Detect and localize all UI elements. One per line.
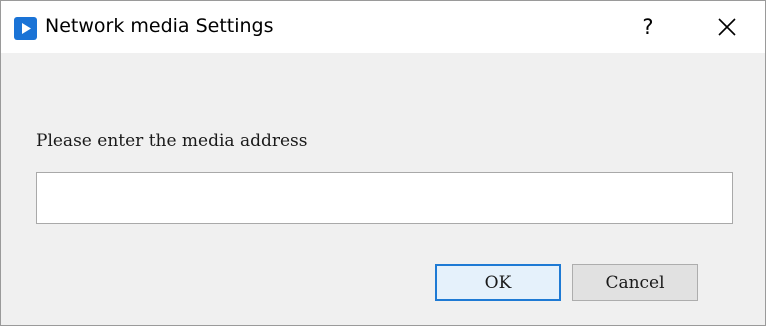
close-icon [718,18,736,36]
media-address-input[interactable] [36,172,733,224]
media-player-app-icon [14,17,37,40]
cancel-button[interactable]: Cancel [572,264,698,301]
help-button[interactable]: ? [625,1,671,53]
media-address-label: Please enter the media address [36,131,308,151]
title-bar: Network media Settings ? [1,1,765,53]
close-button[interactable] [704,1,750,53]
ok-button[interactable]: OK [435,264,561,301]
help-icon: ? [642,15,654,39]
network-media-settings-dialog: Network media Settings ? Please enter th… [0,0,766,326]
window-title: Network media Settings [45,15,274,37]
